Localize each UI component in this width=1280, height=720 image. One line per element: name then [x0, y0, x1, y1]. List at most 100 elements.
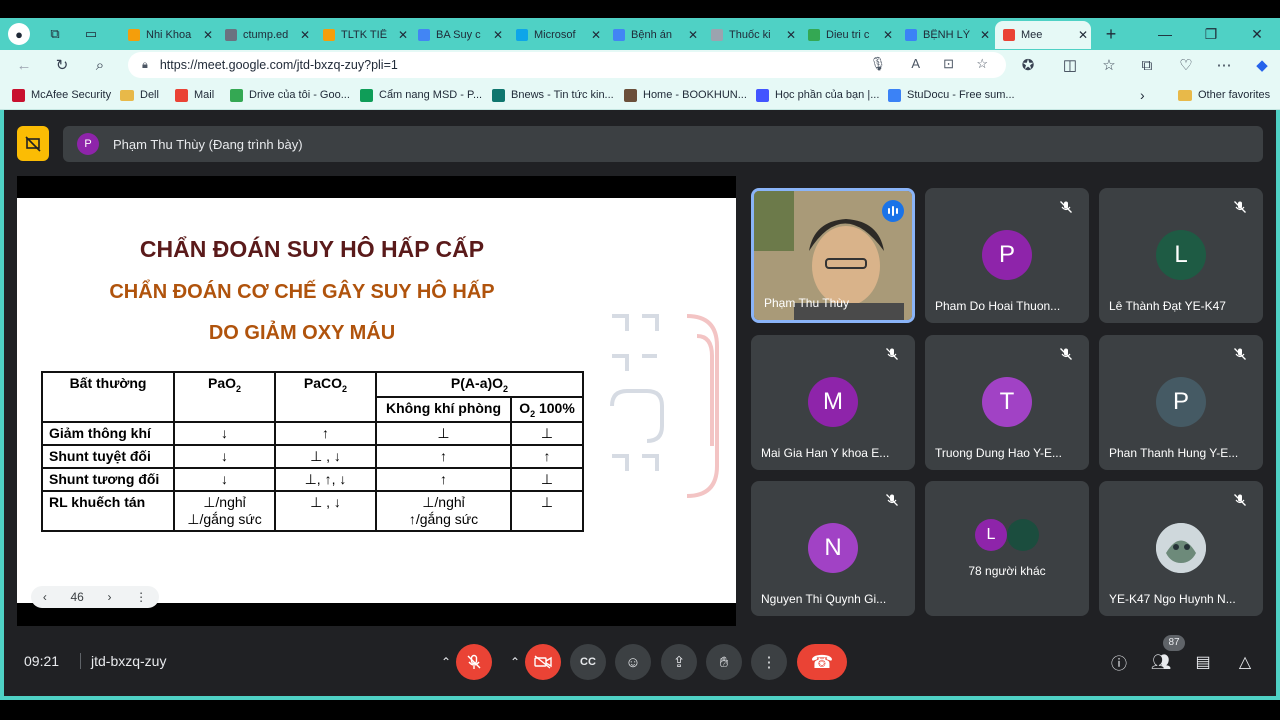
mic-toggle-button[interactable] [456, 644, 492, 680]
browser-tab[interactable]: Dieu tri c ✕ [800, 21, 896, 49]
tab-close-icon[interactable]: ✕ [200, 28, 216, 42]
chat-button[interactable]: ▤ [1191, 651, 1215, 673]
tab-favicon-icon [1003, 29, 1015, 41]
browser-tab[interactable]: BỆNH LÝ ✕ [897, 21, 993, 49]
browser-tab[interactable]: Mee ✕ [995, 21, 1091, 49]
copilot-icon[interactable]: ◆ [1250, 53, 1274, 77]
tab-favicon-icon [613, 29, 625, 41]
tab-close-icon[interactable]: ✕ [490, 28, 506, 42]
workspaces-icon[interactable]: ⧉ [44, 23, 66, 45]
browser-tab[interactable]: Microsof ✕ [508, 21, 604, 49]
slide-more-icon[interactable]: ⋮ [135, 590, 147, 604]
search-icon[interactable]: ⌕ [88, 53, 112, 77]
tab-close-icon[interactable]: ✕ [685, 28, 701, 42]
other-favorites[interactable]: Other favorites [1178, 87, 1270, 103]
participant-tile[interactable]: T Truong Dung Hao Y-E... [925, 335, 1089, 470]
video-settings-chevron-icon[interactable]: ⌃ [506, 644, 524, 680]
browser-tab[interactable]: BA Suy c ✕ [410, 21, 506, 49]
tab-close-icon[interactable]: ✕ [395, 28, 411, 42]
url-bar[interactable]: 🔒︎ https://meet.google.com/jtd-bxzq-zuy?… [128, 52, 1006, 78]
participant-tile[interactable]: L Lê Thành Đạt YE-K47 [1099, 188, 1263, 323]
bookmark-item[interactable]: Dell [120, 87, 159, 103]
favorites-icon[interactable]: ☆ [1097, 53, 1121, 77]
back-icon[interactable]: ← [12, 53, 36, 77]
table-cell: ⊥ [510, 489, 584, 532]
tab-strip: ● ⧉ ▭ Nhi Khoa ✕ ctump.ed ✕ TLTK TIẾ ✕ BA Suy … [0, 18, 1280, 50]
next-slide-icon[interactable]: › [108, 590, 112, 604]
profile-icon[interactable]: ● [8, 23, 30, 45]
url-text: https://meet.google.com/jtd-bxzq-zuy?pli… [159, 58, 398, 72]
browser-tab[interactable]: TLTK TIẾ ✕ [315, 21, 411, 49]
audio-settings-chevron-icon[interactable]: ⌃ [437, 644, 455, 680]
mic-muted-icon [1233, 200, 1249, 216]
restore-icon[interactable]: ❐ [1188, 18, 1234, 50]
present-screen-icon: ⇪ [672, 654, 686, 671]
lock-icon[interactable]: 🔒︎ [142, 59, 148, 72]
participant-tile[interactable]: P Pham Do Hoai Thuon... [925, 188, 1089, 323]
favorite-star-icon[interactable]: ☆ [976, 56, 988, 72]
browser-tab[interactable]: Nhi Khoa ✕ [120, 21, 216, 49]
participant-tile[interactable]: YE-K47 Ngo Huynh N... [1099, 481, 1263, 616]
bookmark-item[interactable]: StuDocu - Free sum... [888, 87, 1015, 103]
bookmark-item[interactable]: Mail [175, 87, 214, 103]
participant-tile[interactable]: P Phan Thanh Hung Y-E... [1099, 335, 1263, 470]
tab-close-icon[interactable]: ✕ [297, 28, 313, 42]
bookmark-item[interactable]: Home - BOOKHUN... [624, 87, 747, 103]
mic-icon[interactable]: 🎙︎ [869, 56, 886, 72]
read-aloud-icon[interactable]: A [911, 56, 920, 71]
collections-icon[interactable]: ⧉ [1135, 53, 1159, 77]
bookmark-item[interactable]: Bnews - Tin tức kin... [492, 87, 614, 103]
people-button[interactable]: 👥︎ [1149, 651, 1173, 673]
tab-actions-icon[interactable]: ▭ [80, 23, 102, 45]
avatar: P [1156, 377, 1206, 427]
table-cell: ↓ [173, 420, 276, 446]
extensions-icon[interactable]: ✪ [1016, 53, 1040, 77]
tab-close-icon[interactable]: ✕ [783, 28, 799, 42]
mic-off-icon [467, 654, 481, 669]
browser-tab[interactable]: ctump.ed ✕ [217, 21, 313, 49]
app-available-icon[interactable]: ⊡ [943, 56, 954, 72]
tab-close-icon[interactable]: ✕ [977, 28, 993, 42]
browser-tab[interactable]: Thuốc ki ✕ [703, 21, 799, 49]
meet-area: P Phạm Thu Thùy (Đang trình bày) CHẨN ĐO… [0, 110, 1280, 700]
bookmark-item[interactable]: Cẩm nang MSD - P... [360, 87, 482, 103]
browser-tab[interactable]: Bệnh án ✕ [605, 21, 701, 49]
bookmark-item[interactable]: Học phần của bạn |... [756, 87, 879, 103]
split-screen-icon[interactable]: ◫ [1058, 53, 1082, 77]
raise-hand-button[interactable]: ✋︎ [706, 644, 742, 680]
activities-button[interactable]: △ [1233, 651, 1257, 673]
more-vert-icon: ⋮ [761, 654, 777, 671]
participant-tile[interactable]: Phạm Thu Thùy [751, 188, 915, 323]
avatar-image [1007, 519, 1039, 551]
tab-close-icon[interactable]: ✕ [1075, 28, 1091, 42]
participant-tile[interactable]: M Mai Gia Han Y khoa E... [751, 335, 915, 470]
captions-button[interactable]: CC [570, 644, 606, 680]
more-menu-icon[interactable]: ⋯ [1212, 53, 1236, 77]
table-header: P(A-a)O2 [375, 371, 584, 398]
gmail-icon [175, 88, 188, 102]
minimize-icon[interactable]: — [1142, 18, 1188, 50]
prev-slide-icon[interactable]: ‹ [43, 590, 47, 604]
tab-close-icon[interactable]: ✕ [588, 28, 604, 42]
camera-toggle-button[interactable] [525, 644, 561, 680]
reactions-button[interactable]: ☺ [615, 644, 651, 680]
mic-muted-icon [1233, 347, 1249, 363]
more-options-button[interactable]: ⋮ [751, 644, 787, 680]
browser-essentials-icon[interactable]: ♡ [1174, 53, 1198, 77]
bookmark-item[interactable]: McAfee Security [12, 87, 111, 103]
stop-presenting-button[interactable] [17, 126, 49, 161]
present-button[interactable]: ⇪ [661, 644, 697, 680]
bookmarks-overflow-icon[interactable]: › [1140, 87, 1145, 103]
speaking-indicator-icon [882, 200, 904, 222]
participant-tile[interactable]: N Nguyen Thi Quynh Gi... [751, 481, 915, 616]
new-tab-button[interactable]: + [1100, 21, 1122, 47]
leave-call-button[interactable]: ☎︎ [797, 644, 847, 680]
close-window-icon[interactable]: ✕ [1234, 18, 1280, 50]
table-cell: ⊥ [510, 420, 584, 446]
bookmark-item[interactable]: Drive của tôi - Goo... [230, 87, 350, 103]
meeting-info-button[interactable]: ⓘ [1107, 651, 1131, 673]
table-row: Giảm thông khí ↓ ↑ ⊥ ⊥ [41, 420, 584, 446]
participant-tile[interactable]: L 78 người khác [925, 481, 1089, 616]
tab-close-icon[interactable]: ✕ [880, 28, 896, 42]
refresh-icon[interactable]: ↻ [50, 53, 74, 77]
